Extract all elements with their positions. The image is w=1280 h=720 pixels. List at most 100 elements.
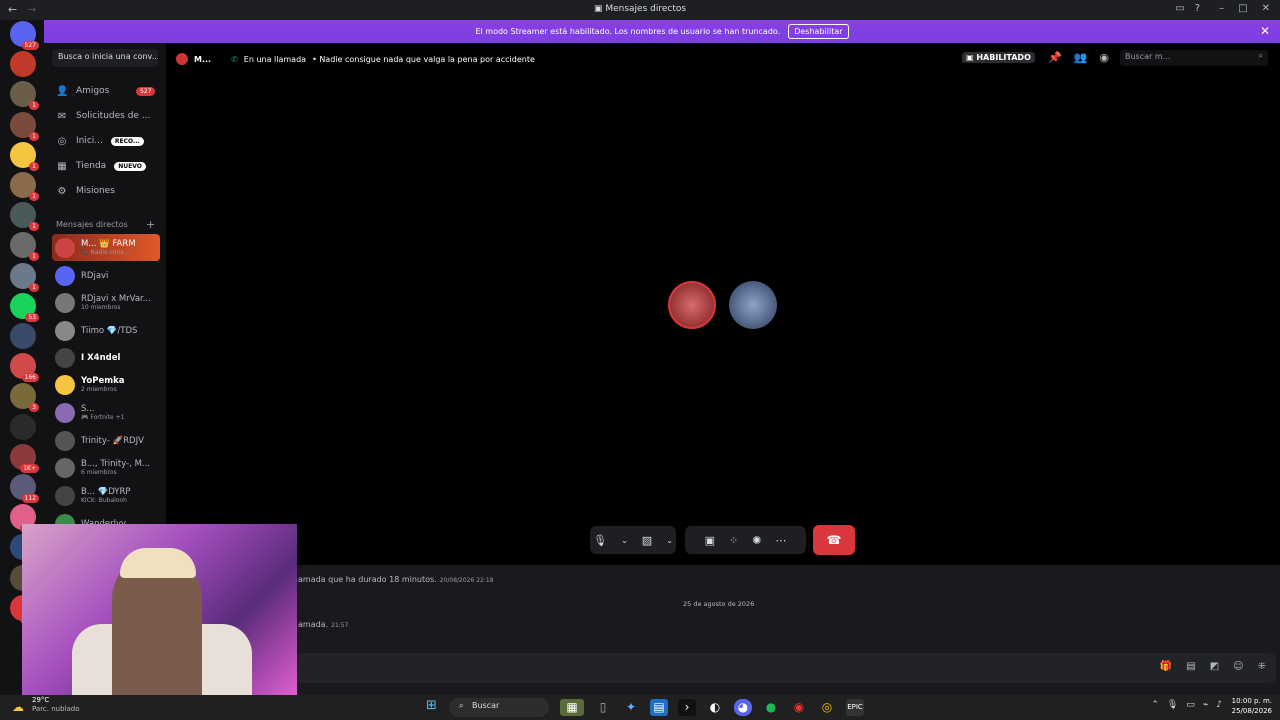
dm-item[interactable]: I X4ndel [52,344,160,371]
dm-item[interactable]: RDjavi x MrVar... 10 miembros [52,289,160,316]
hangup-button[interactable]: ☎ [813,525,855,555]
dm-name: B..., Trinity-, M... [81,458,151,469]
dm-item[interactable]: RDjavi [52,262,160,289]
system-tray: ⌃ 🎙 ▭ ⌁ ♪ [1151,700,1222,710]
dm-item[interactable]: Trinity- 🚀RDJV [52,427,160,454]
add-friend-icon[interactable]: 👥 [1074,51,1088,64]
server-icon[interactable] [10,413,36,440]
widget-app-icon[interactable]: ▦ [560,699,584,716]
emoji-icon[interactable]: ☺ [1233,661,1243,672]
dm-text: M... 👑 FARM 📞 Nadie cons... [81,239,136,257]
dm-item[interactable]: B..., Trinity-, M... 6 miembros [52,454,160,481]
copilot-icon[interactable]: ✦ [622,699,640,716]
volume-icon[interactable]: ♪ [1216,700,1222,710]
chevron-up-icon[interactable]: ⌃ [1151,700,1159,710]
habilitado-badge[interactable]: ▣ HABILITADO [962,52,1035,63]
windows-start-icon[interactable]: ⊞ [426,699,438,712]
dm-search-button[interactable]: Busca o inicia una conv... [52,49,158,67]
call-ended-message: amada que ha durado 18 minutos. 20/08/202… [298,575,494,584]
nav-shop[interactable]: ▦ Tienda NUEVO [56,156,146,176]
server-icon[interactable]: 1 [10,141,39,171]
server-badge: 1 [29,282,39,292]
gif-icon[interactable]: ▤ [1186,661,1195,672]
server-icon[interactable]: 1 [10,111,39,141]
store-icon[interactable]: ▤ [650,699,668,716]
call-status: En una llamada [243,54,307,64]
audio-video-controls: 🎙 ⌄ ▨ ⌄ [590,526,676,554]
microphone-icon[interactable]: 🎙 [593,534,607,547]
gift-icon[interactable]: 🎁 [1160,661,1172,672]
activities-icon[interactable]: ⁘ [729,534,738,547]
profile-icon[interactable]: ◉ [1099,51,1109,64]
dm-name: Trinity- 🚀RDJV [81,435,144,446]
dm-item[interactable]: Tiimo 💎/TDS [52,317,160,344]
epic-games-icon[interactable]: EPIC [846,699,864,716]
mic-tray-icon[interactable]: 🎙 [1167,700,1178,710]
dm-item[interactable]: S... 🎮 Fortnite +1 [52,399,160,426]
streamer-mode-banner: El modo Streamer está habilitado. Los no… [44,20,1280,43]
weather-icon[interactable]: ☁ [12,700,24,714]
help-icon[interactable]: ? [1195,3,1200,14]
windows-taskbar: ☁ 29°C Parc. nublado ⊞ ⌕ Buscar ▦ ▯ ✦ ▤ … [0,695,1280,720]
server-icon[interactable]: 1 [10,202,39,232]
inbox-icon[interactable]: ▭ [1175,3,1184,14]
nav-requests[interactable]: ✉ Solicitudes de ... [56,106,151,126]
server-icon[interactable]: 1 [10,262,39,292]
pin-icon[interactable]: 📌 [1048,51,1062,64]
dm-subtitle: 6 miembros [81,468,117,476]
window-titlebar: ← → ▣ Mensajes directos ▭ ? – □ ✕ [0,0,1280,20]
soundboard-icon[interactable]: ✺ [752,534,761,547]
spotify-icon[interactable]: ● [762,699,780,716]
file-explorer-icon[interactable]: ▯ [594,699,612,716]
message-input[interactable]: 🎁 ▤ ◩ ☺ ⁜ [276,653,1276,683]
chevron-down-icon[interactable]: ⌄ [666,536,673,545]
server-icon[interactable]: 1 [10,232,39,262]
close-window-button[interactable]: ✕ [1262,3,1270,14]
obs-icon[interactable]: ◐ [706,699,724,716]
close-banner-icon[interactable]: ✕ [1260,24,1270,38]
phone-icon: ✆ [231,54,238,64]
weather-widget[interactable]: 29°C Parc. nublado [32,696,80,714]
server-icon[interactable]: 53 [10,292,39,322]
sticker-icon[interactable]: ◩ [1210,661,1219,672]
maximize-button[interactable]: □ [1238,3,1247,14]
dm-name: RDjavi [81,270,109,281]
server-icon[interactable]: 527 [10,21,39,50]
taskbar-clock[interactable]: 10:00 p. m. 25/08/2026 [1232,696,1272,716]
nav-missions[interactable]: ⚙ Misiones [56,181,115,201]
search-input[interactable]: Buscar m... ⌕ [1120,50,1268,66]
nav-friends[interactable]: 👤 Amigos 527 [56,81,156,101]
taskbar-apps: ▦ ▯ ✦ ▤ › ◐ ◕ ● ◉ ◎ EPIC [560,699,864,716]
nav-nitro[interactable]: ◎ Inici... RECO... [56,131,144,151]
disable-streamer-button[interactable]: Deshabilitar [788,24,849,39]
server-icon[interactable] [10,323,36,349]
server-icon[interactable]: 1K+ [10,443,39,473]
display-icon[interactable]: ▭ [1186,700,1195,710]
dm-item[interactable]: M... 👑 FARM 📞 Nadie cons... [52,234,160,261]
topbar-user[interactable]: M... [194,55,211,64]
more-options-icon[interactable]: ⋯ [775,534,786,547]
dm-item[interactable]: B... 💎DYRP KICK: Bubalooh [52,482,160,509]
server-icon[interactable] [10,51,36,78]
discord-icon[interactable]: ◕ [734,699,752,716]
server-icon[interactable]: 166 [10,353,39,383]
app-icon[interactable]: ◉ [790,699,808,716]
chrome-icon[interactable]: ◎ [818,699,836,716]
network-icon[interactable]: ⌁ [1203,700,1208,710]
taskbar-search[interactable]: ⌕ Buscar [449,698,549,717]
server-icon[interactable]: 3 [10,383,39,413]
screen-share-icon[interactable]: ▣ [705,534,715,547]
apps-icon[interactable]: ⁜ [1258,661,1266,672]
terminal-icon[interactable]: › [678,699,696,716]
caller-avatar-2[interactable] [729,281,777,329]
webcam-cap [120,548,196,578]
caller-avatar-1[interactable] [668,281,716,329]
camera-off-icon[interactable]: ▨ [642,534,652,547]
server-icon[interactable]: 1 [10,172,39,201]
server-icon[interactable]: 112 [10,474,39,503]
server-icon[interactable]: 1 [10,81,39,111]
chevron-down-icon[interactable]: ⌄ [621,536,628,545]
new-dm-plus-icon[interactable]: + [146,218,155,231]
minimize-button[interactable]: – [1219,3,1224,14]
dm-item[interactable]: YoPemka 2 miembros [52,371,160,398]
